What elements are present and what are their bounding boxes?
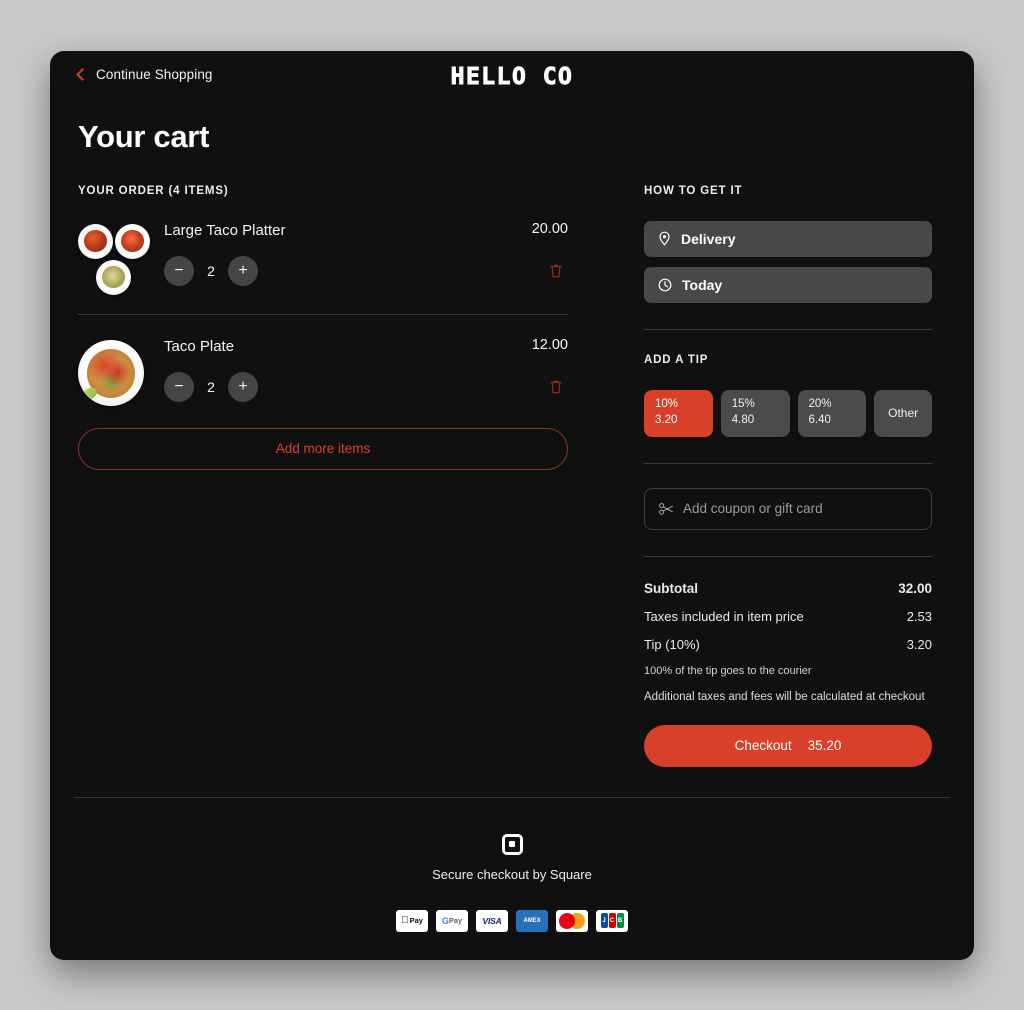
summary-row-subtotal: Subtotal 32.00 [644, 581, 932, 596]
tip-amount: 3.20 [655, 414, 678, 426]
tip-options: 10% 3.20 15% 4.80 20% 6.40 Other [644, 389, 932, 437]
item-header: Taco Plate 12.00 [164, 337, 568, 355]
quantity-stepper: − 2 + [164, 371, 258, 402]
coupon-input[interactable]: Add coupon or gift card [644, 487, 932, 530]
increase-quantity-button[interactable]: + [228, 255, 258, 286]
tip-courier-note: 100% of the tip goes to the courier [644, 664, 812, 677]
footer: Secure checkout by Square  Pay G Pay VI… [50, 798, 974, 932]
coupon-placeholder: Add coupon or gift card [683, 501, 823, 516]
summary-value: 32.00 [898, 580, 932, 596]
payment-methods:  Pay G Pay VISA AMEX J [50, 909, 974, 932]
chevron-left-icon [76, 67, 89, 81]
add-more-items-button[interactable]: Add more items [78, 427, 568, 470]
trash-icon [550, 380, 562, 394]
location-pin-icon [659, 231, 670, 246]
cart-item-row: Taco Plate 12.00 − 2 + [78, 337, 568, 424]
summary-label: Taxes included in item price [644, 608, 804, 624]
thumbnail-cluster [78, 223, 150, 296]
google-pay-icon: G Pay [436, 909, 468, 932]
delivery-time-label: Today [682, 276, 723, 293]
item-controls: − 2 + [164, 371, 568, 402]
cart-item-row: Large Taco Platter 20.00 − 2 + [78, 221, 568, 314]
delivery-time-button[interactable]: Today [644, 266, 932, 303]
item-header: Large Taco Platter 20.00 [164, 221, 568, 239]
summary-value: 2.53 [906, 608, 932, 624]
order-section-label: YOUR ORDER (4 ITEMS) [78, 184, 229, 197]
item-thumbnail [78, 337, 150, 406]
tip-option-button[interactable]: 15% 4.80 [720, 389, 790, 437]
food-plate-image [115, 223, 150, 259]
divider [644, 462, 932, 464]
divider [644, 555, 932, 557]
item-price: 12.00 [531, 336, 568, 353]
tip-amount: 6.40 [808, 414, 831, 426]
page-title: Your cart [78, 118, 210, 154]
summary-label: Subtotal [644, 580, 698, 596]
secure-checkout-text: Secure checkout by Square [432, 866, 592, 882]
continue-shopping-label: Continue Shopping [96, 67, 213, 82]
clock-icon [658, 278, 672, 291]
tip-option-other-button[interactable]: Other [874, 389, 932, 437]
tip-percent: 10% [655, 398, 679, 411]
decrease-quantity-button[interactable]: − [164, 371, 194, 402]
summary-label: Tip (10%) [644, 636, 700, 652]
square-logo-icon [501, 833, 523, 855]
tip-section-label: ADD A TIP [644, 353, 709, 366]
trash-icon [550, 264, 562, 278]
item-controls: − 2 + [164, 255, 568, 286]
decrease-quantity-button[interactable]: − [164, 255, 194, 286]
item-divider [78, 313, 568, 315]
google-pay-label: Pay [448, 916, 463, 925]
mastercard-icon [556, 909, 588, 932]
summary-row-tip: Tip (10%) 3.20 [644, 637, 932, 652]
tip-option-button[interactable]: 20% 6.40 [797, 389, 867, 437]
additional-fees-note: Additional taxes and fees will be calcul… [644, 690, 925, 703]
remove-item-button[interactable] [544, 260, 568, 281]
scissors-coupon-icon [659, 502, 673, 515]
page-background: Continue Shopping HELLO CO Your cart YOU… [0, 0, 1024, 1010]
tip-percent: 20% [808, 398, 832, 411]
checkout-label: Checkout [734, 738, 792, 753]
food-plate-image [78, 339, 144, 406]
remove-item-button[interactable] [544, 376, 568, 397]
visa-icon: VISA [476, 909, 508, 932]
food-plate-image [78, 223, 113, 259]
item-name: Large Taco Platter [164, 221, 286, 239]
food-plate-image [96, 259, 131, 295]
divider [644, 328, 932, 330]
item-details: Large Taco Platter 20.00 − 2 + [150, 221, 568, 296]
summary-value: 3.20 [906, 636, 932, 652]
cart-body: YOUR ORDER (4 ITEMS) Large Taco Platter [50, 155, 974, 767]
item-name: Taco Plate [164, 337, 235, 355]
apple-pay-label: Pay [405, 916, 423, 925]
fulfillment-section-label: HOW TO GET IT [644, 184, 743, 197]
delivery-method-label: Delivery [681, 230, 736, 247]
tip-option-button[interactable]: 10% 3.20 [644, 389, 713, 437]
quantity-stepper: − 2 + [164, 255, 258, 286]
jcb-icon: J C B [596, 909, 628, 932]
item-details: Taco Plate 12.00 − 2 + [150, 337, 568, 406]
top-bar: Continue Shopping HELLO CO [50, 51, 974, 99]
checkout-button[interactable]: Checkout 35.20 [644, 724, 932, 767]
continue-shopping-link[interactable]: Continue Shopping [76, 67, 213, 82]
checkout-total: 35.20 [807, 738, 842, 753]
quantity-value: 2 [207, 378, 215, 395]
increase-quantity-button[interactable]: + [228, 371, 258, 402]
delivery-method-button[interactable]: Delivery [644, 220, 932, 257]
quantity-value: 2 [207, 262, 215, 279]
apple-pay-icon:  Pay [396, 909, 428, 932]
order-column: YOUR ORDER (4 ITEMS) Large Taco Platter [78, 185, 568, 767]
item-thumbnail [78, 221, 150, 296]
item-price: 20.00 [531, 220, 568, 237]
tip-amount: 4.80 [731, 414, 755, 426]
amex-icon: AMEX [516, 909, 548, 932]
checkout-card: Continue Shopping HELLO CO Your cart YOU… [50, 50, 974, 960]
tip-percent: 15% [731, 398, 755, 411]
checkout-column: HOW TO GET IT Delivery Today ADD A TIP 1… [644, 185, 932, 767]
summary-row-taxes: Taxes included in item price 2.53 [644, 609, 932, 624]
